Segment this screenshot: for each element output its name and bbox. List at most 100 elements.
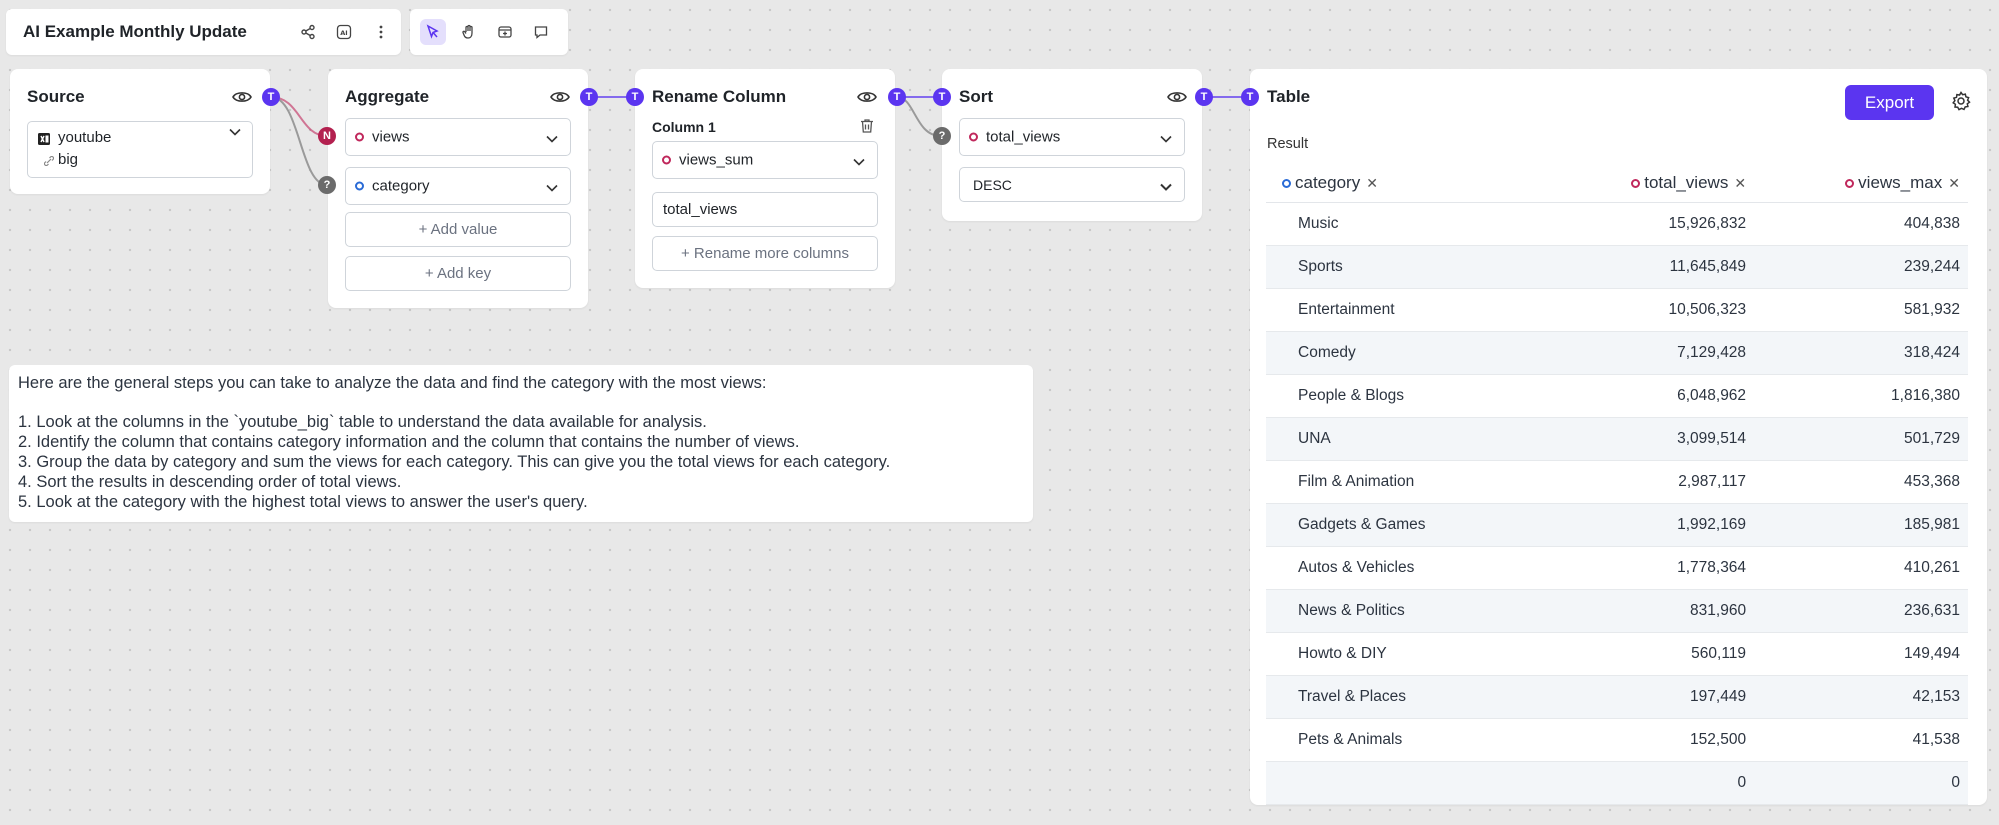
column-header-label: views_max: [1858, 173, 1943, 192]
new-column-name-input[interactable]: total_views: [652, 192, 878, 227]
aggregate-value-input-port[interactable]: N: [318, 127, 336, 145]
cell-category: Pets & Animals: [1266, 718, 1541, 762]
add-key-button[interactable]: + Add key: [345, 256, 571, 291]
cell-total-views: 15,926,832: [1540, 202, 1757, 246]
column-header-category[interactable]: category ✕: [1266, 164, 1541, 203]
rename-input-port[interactable]: T: [626, 88, 644, 106]
table-row: Sports 11,645,849 239,244: [1266, 245, 1968, 289]
rename-output-port[interactable]: T: [888, 88, 906, 106]
table-row: Film & Animation 2,987,117 453,368: [1266, 460, 1968, 504]
cell-total-views: 6,048,962: [1540, 374, 1757, 418]
remove-column-icon[interactable]: ✕: [1366, 175, 1378, 191]
cell-views-max: 236,631: [1756, 589, 1968, 633]
cell-views-max: 42,153: [1756, 675, 1968, 719]
table-row: People & Blogs 6,048,962 1,816,380: [1266, 374, 1968, 418]
chevron-down-icon: [1160, 130, 1174, 144]
aggregate-node[interactable]: Aggregate views category + Add value + A…: [328, 69, 588, 308]
sort-order-label: DESC: [973, 176, 1012, 193]
cell-total-views: 1,778,364: [1540, 546, 1757, 590]
add-value-button[interactable]: + Add value: [345, 212, 571, 247]
cell-views-max: 501,729: [1756, 417, 1968, 461]
cell-category: Howto & DIY: [1266, 632, 1541, 676]
sort-field-select[interactable]: total_views: [959, 118, 1185, 156]
sort-field-input-port[interactable]: ?: [933, 127, 951, 145]
table-title: Table: [1267, 87, 1311, 106]
cell-category: People & Blogs: [1266, 374, 1541, 418]
cell-total-views: 0: [1540, 761, 1757, 805]
rename-title: Rename Column: [652, 87, 787, 106]
numeric-field-icon: [662, 155, 671, 165]
table-row: Music 15,926,832 404,838: [1266, 202, 1968, 246]
cell-category: Travel & Places: [1266, 675, 1541, 719]
source-table-name: youtube: [58, 129, 112, 146]
remove-column-icon[interactable]: ✕: [1734, 175, 1746, 191]
source-output-port[interactable]: T: [262, 88, 280, 106]
cell-total-views: 152,500: [1540, 718, 1757, 762]
cell-category: Gadgets & Games: [1266, 503, 1541, 547]
chevron-down-icon: [853, 153, 867, 167]
cell-total-views: 560,119: [1540, 632, 1757, 676]
sort-field-label: total_views: [986, 128, 1061, 146]
numeric-field-icon: [969, 132, 978, 142]
text-field-icon: [1282, 179, 1291, 189]
aggregate-key-label: category: [372, 177, 430, 195]
aggregate-key-input-port[interactable]: ?: [318, 176, 336, 194]
link-icon: [44, 156, 54, 166]
aggregate-key-select[interactable]: category: [345, 167, 571, 205]
eye-icon[interactable]: [549, 89, 571, 105]
numeric-field-icon: [1631, 179, 1641, 189]
rename-column-select-label: views_sum: [679, 151, 754, 169]
cell-total-views: 1,992,169: [1540, 503, 1757, 547]
sort-order-select[interactable]: DESC: [959, 167, 1185, 202]
column-header-label: category: [1295, 173, 1361, 192]
rename-more-columns-button[interactable]: + Rename more columns: [652, 236, 878, 271]
column-header-views-max[interactable]: views_max ✕: [1756, 164, 1968, 203]
cell-total-views: 3,099,514: [1540, 417, 1757, 461]
rename-column-select[interactable]: views_sum: [652, 141, 878, 179]
table-row: News & Politics 831,960 236,631: [1266, 589, 1968, 633]
cell-total-views: 197,449: [1540, 675, 1757, 719]
source-node[interactable]: Source youtube big: [10, 69, 270, 194]
column-header-total-views[interactable]: total_views ✕: [1540, 164, 1757, 203]
eye-icon[interactable]: [856, 89, 878, 105]
assistant-message-intro: Here are the general steps you can take …: [18, 374, 767, 392]
table-row: Autos & Vehicles 1,778,364 410,261: [1266, 546, 1968, 590]
trash-icon[interactable]: [859, 118, 875, 134]
table-input-port[interactable]: T: [1241, 88, 1259, 106]
export-button[interactable]: Export: [1845, 85, 1934, 120]
aggregate-value-select[interactable]: views: [345, 118, 571, 156]
cell-total-views: 11,645,849: [1540, 245, 1757, 289]
column-header-label: total_views: [1644, 173, 1729, 192]
rename-column-node[interactable]: Rename Column Column 1 views_sum total_v…: [635, 69, 895, 288]
cell-category: Comedy: [1266, 331, 1541, 375]
cell-views-max: 185,981: [1756, 503, 1968, 547]
cell-views-max: 0: [1756, 761, 1968, 805]
eye-icon[interactable]: [1166, 89, 1188, 105]
sort-node[interactable]: Sort total_views DESC: [942, 69, 1202, 221]
source-table-select[interactable]: youtube big: [27, 121, 253, 178]
sort-input-port[interactable]: T: [933, 88, 951, 106]
remove-column-icon[interactable]: ✕: [1948, 175, 1960, 191]
cell-views-max: 239,244: [1756, 245, 1968, 289]
cell-category: Autos & Vehicles: [1266, 546, 1541, 590]
settings-gear-icon[interactable]: [1950, 90, 1972, 112]
assistant-message-step: 3. Group the data by category and sum th…: [18, 453, 891, 471]
aggregate-output-port[interactable]: T: [580, 88, 598, 106]
rename-column-label: Column 1: [652, 119, 716, 135]
cell-total-views: 831,960: [1540, 589, 1757, 633]
cell-views-max: 149,494: [1756, 632, 1968, 676]
table-row: 00: [1266, 761, 1968, 805]
cell-views-max: 410,261: [1756, 546, 1968, 590]
table-row: Travel & Places 197,449 42,153: [1266, 675, 1968, 719]
chevron-down-icon: [1160, 178, 1174, 192]
cell-category: Film & Animation: [1266, 460, 1541, 504]
eye-icon[interactable]: [231, 89, 253, 105]
cell-category: Entertainment: [1266, 288, 1541, 332]
sort-output-port[interactable]: T: [1195, 88, 1213, 106]
assistant-message-step: 1. Look at the columns in the `youtube_b…: [18, 413, 707, 431]
cell-views-max: 1,816,380: [1756, 374, 1968, 418]
source-title: Source: [27, 87, 85, 106]
numeric-field-icon: [355, 132, 364, 142]
sort-title: Sort: [959, 87, 993, 106]
table-row: UNA 3,099,514 501,729: [1266, 417, 1968, 461]
